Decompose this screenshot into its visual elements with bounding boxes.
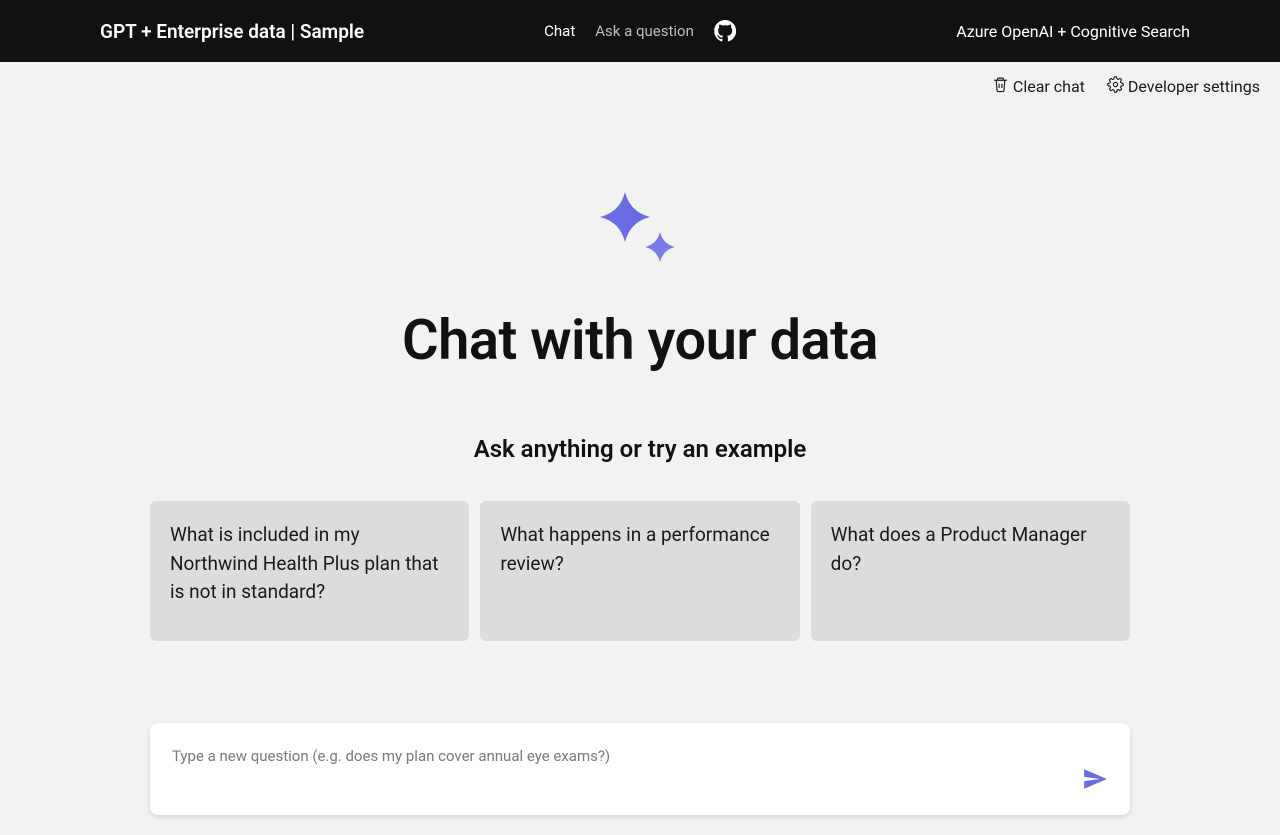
example-card-2[interactable]: What happens in a performance review? (480, 501, 799, 641)
sparkle-icon (590, 187, 690, 277)
example-cards: What is included in my Northwind Health … (150, 501, 1130, 641)
send-icon (1082, 780, 1108, 795)
github-icon[interactable] (714, 20, 736, 42)
header: GPT + Enterprise data | Sample Chat Ask … (0, 0, 1280, 62)
example-card-1[interactable]: What is included in my Northwind Health … (150, 501, 469, 641)
header-nav: Chat Ask a question (544, 20, 736, 42)
clear-chat-label: Clear chat (1013, 77, 1085, 96)
page-subheading: Ask anything or try an example (474, 435, 807, 463)
send-button[interactable] (1082, 766, 1108, 795)
toolbar: Clear chat Developer settings (0, 62, 1280, 97)
main-content: Chat with your data Ask anything or try … (0, 97, 1280, 815)
developer-settings-button[interactable]: Developer settings (1107, 76, 1260, 97)
header-left: GPT + Enterprise data | Sample (0, 20, 364, 43)
trash-icon (992, 76, 1009, 97)
nav-chat[interactable]: Chat (544, 22, 575, 40)
question-input[interactable] (172, 741, 1014, 765)
gear-icon (1107, 76, 1124, 97)
clear-chat-button[interactable]: Clear chat (992, 76, 1085, 97)
nav-ask[interactable]: Ask a question (595, 22, 694, 40)
header-right-label: Azure OpenAI + Cognitive Search (956, 22, 1260, 41)
page-heading: Chat with your data (402, 307, 878, 373)
question-input-container (150, 723, 1130, 815)
example-card-3[interactable]: What does a Product Manager do? (811, 501, 1130, 641)
app-title: GPT + Enterprise data | Sample (100, 20, 364, 43)
developer-settings-label: Developer settings (1128, 77, 1260, 96)
